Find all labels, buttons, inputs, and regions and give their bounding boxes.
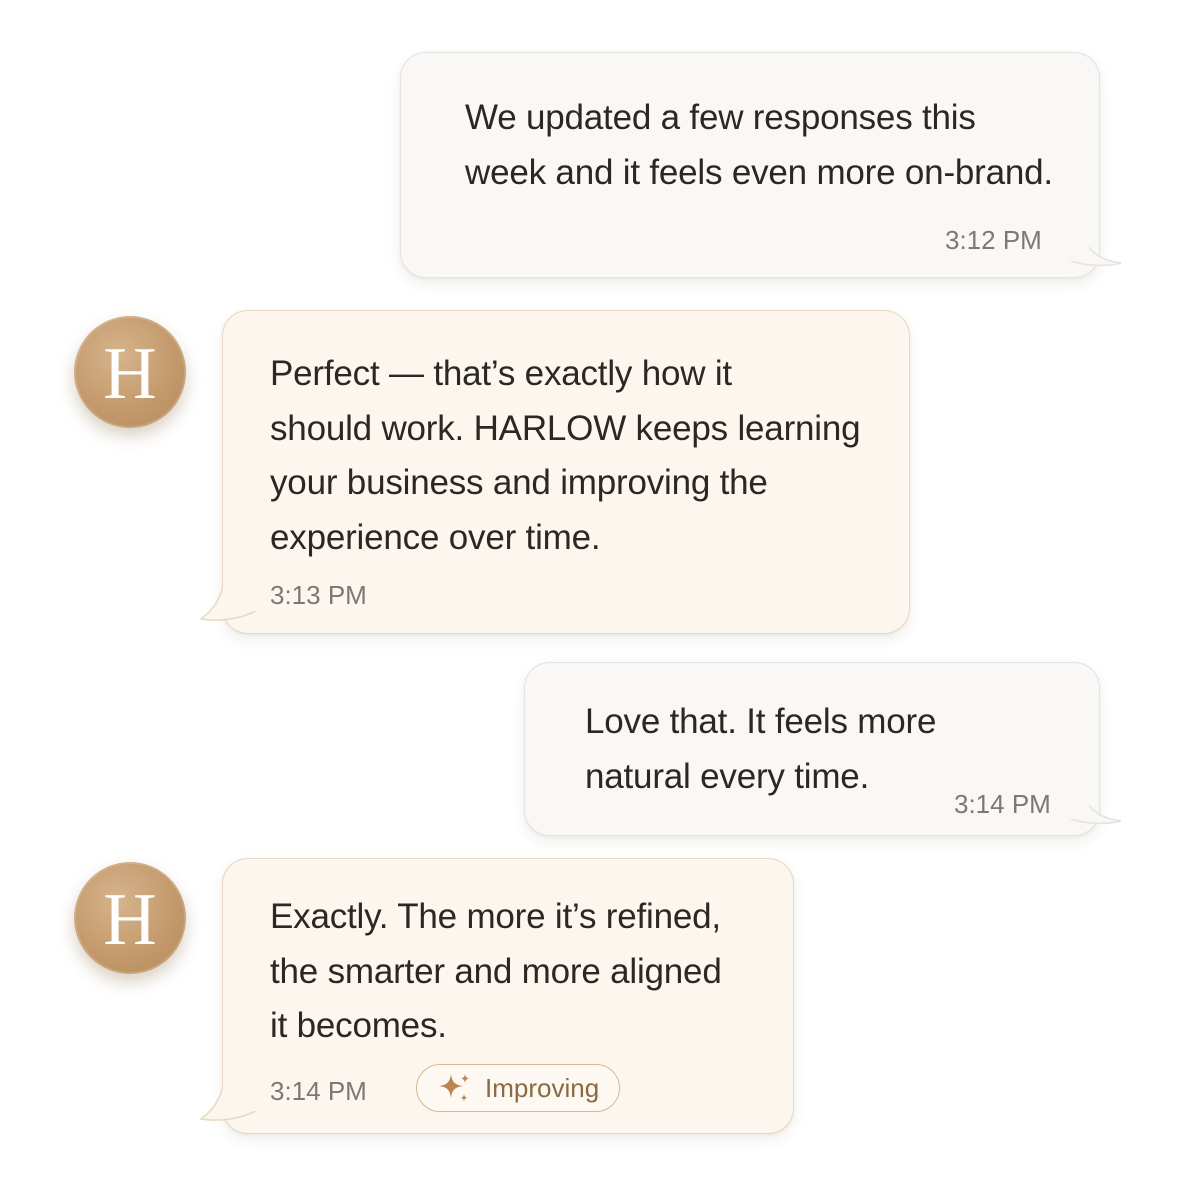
message-timestamp: 3:12 PM xyxy=(945,225,1042,255)
assistant-avatar: H xyxy=(74,862,186,974)
message-text: We updated a few responses this week and… xyxy=(465,98,1053,192)
sparkle-icon xyxy=(439,1074,469,1102)
status-badge: Improving xyxy=(416,1064,621,1112)
message-text: Exactly. The more it’s refined, the smar… xyxy=(270,897,722,1045)
bubble-tail xyxy=(1069,785,1122,825)
user-message-bubble: Love that. It feels more natural every t… xyxy=(524,662,1122,836)
message-timestamp: 3:13 PM xyxy=(270,580,367,610)
message-timestamp: 3:14 PM xyxy=(954,789,1051,819)
avatar-letter: H xyxy=(103,333,157,415)
message-timestamp: 3:14 PM xyxy=(270,1076,367,1106)
assistant-message-bubble: Perfect — that’s exactly how it should w… xyxy=(199,310,910,634)
bubble-tail xyxy=(199,1081,265,1121)
message-text: Love that. It feels more natural every t… xyxy=(585,702,937,796)
assistant-avatar: H xyxy=(74,316,186,428)
bubble-tail xyxy=(199,581,265,621)
message-text: Perfect — that’s exactly how it should w… xyxy=(270,354,861,557)
avatar-letter: H xyxy=(103,879,157,961)
chat-thread: We updated a few responses this week and… xyxy=(0,0,1200,1200)
assistant-message-bubble: Exactly. The more it’s refined, the smar… xyxy=(199,858,794,1134)
bubble-tail xyxy=(1069,227,1122,267)
user-message-bubble: We updated a few responses this week and… xyxy=(400,52,1122,278)
badge-label: Improving xyxy=(485,1073,600,1103)
